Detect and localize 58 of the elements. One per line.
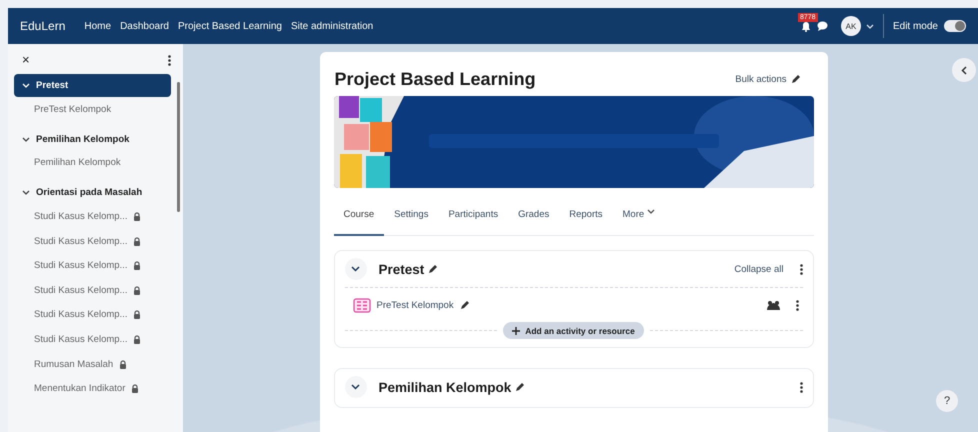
pencil-icon[interactable] xyxy=(460,300,470,310)
more-options-icon[interactable] xyxy=(168,54,171,66)
course-index-item[interactable]: Menentukan Indikator xyxy=(34,383,126,394)
brand-link[interactable]: EduLern xyxy=(20,19,66,33)
course-index-item[interactable]: Studi Kasus Kelomp... xyxy=(34,309,128,320)
chevron-left-icon xyxy=(961,66,967,74)
course-tab[interactable]: More xyxy=(612,207,666,236)
more-options-icon[interactable] xyxy=(800,264,802,274)
help-button[interactable]: ? xyxy=(936,390,958,412)
more-options-icon[interactable] xyxy=(800,382,802,392)
nav-link[interactable]: Home xyxy=(84,20,112,32)
group-icon[interactable] xyxy=(766,300,780,310)
edit-mode-toggle[interactable] xyxy=(944,20,966,32)
nav-link[interactable]: Site administration xyxy=(290,20,374,32)
course-tab[interactable]: Reports xyxy=(559,207,613,236)
collapse-all-link[interactable]: Collapse all xyxy=(734,264,784,274)
edit-mode-label: Edit mode xyxy=(892,20,938,32)
open-drawer-button[interactable] xyxy=(952,58,976,82)
collapse-toggle[interactable] xyxy=(344,376,366,398)
bulk-actions-link[interactable]: Bulk actions xyxy=(735,74,800,84)
course-index-item[interactable]: Studi Kasus Kelomp... xyxy=(34,236,128,247)
pencil-icon[interactable] xyxy=(428,264,438,274)
close-button[interactable]: × xyxy=(22,54,30,66)
collapse-toggle[interactable] xyxy=(344,258,366,280)
course-title: Project Based Learning xyxy=(334,68,536,90)
user-avatar[interactable]: AK xyxy=(840,16,861,36)
section-title: Pretest xyxy=(378,262,424,276)
activity-icon xyxy=(352,298,370,312)
course-index-item[interactable]: Studi Kasus Kelomp... xyxy=(34,260,128,272)
pencil-icon[interactable] xyxy=(790,74,800,84)
nav-link[interactable]: Project Based Learning xyxy=(178,20,282,32)
chat-bubble-icon[interactable] xyxy=(816,21,828,31)
chevron-down-icon xyxy=(351,384,360,390)
course-index-section[interactable]: Pretest xyxy=(14,74,171,97)
plus-icon xyxy=(512,326,520,334)
activity-link[interactable]: PreTest Kelompok xyxy=(376,300,454,310)
course-index-section[interactable]: Pemilihan Kelompok xyxy=(14,128,171,151)
course-index-item[interactable]: Studi Kasus Kelomp... xyxy=(34,334,128,345)
add-activity-button[interactable]: Add an activity or resource xyxy=(503,322,644,339)
course-index-item[interactable]: Pemilihan Kelompok xyxy=(34,157,121,168)
section-title: Pemilihan Kelompok xyxy=(378,380,512,394)
course-index-item[interactable]: PreTest Kelompok xyxy=(34,104,112,115)
nav-link[interactable]: Dashboard xyxy=(120,20,169,32)
course-index-item[interactable]: Studi Kasus Kelomp... xyxy=(34,284,128,296)
more-options-icon[interactable] xyxy=(796,300,798,310)
course-index-section[interactable]: Orientasi pada Masalah xyxy=(14,181,171,204)
chevron-down-icon xyxy=(647,209,656,214)
chevron-down-icon[interactable] xyxy=(22,136,30,142)
course-index-item[interactable]: Studi Kasus Kelomp... xyxy=(34,210,128,222)
chevron-down-icon[interactable] xyxy=(22,190,30,196)
course-tab[interactable]: Grades xyxy=(508,207,560,236)
pencil-icon[interactable] xyxy=(515,382,526,392)
bell-icon[interactable] xyxy=(800,20,811,32)
chevron-down-icon xyxy=(351,266,360,272)
course-tab[interactable]: Course xyxy=(334,207,384,236)
course-tab[interactable]: Settings xyxy=(384,207,438,236)
course-tab[interactable]: Participants xyxy=(438,207,508,236)
course-index-item[interactable]: Rumusan Masalah xyxy=(34,358,114,370)
